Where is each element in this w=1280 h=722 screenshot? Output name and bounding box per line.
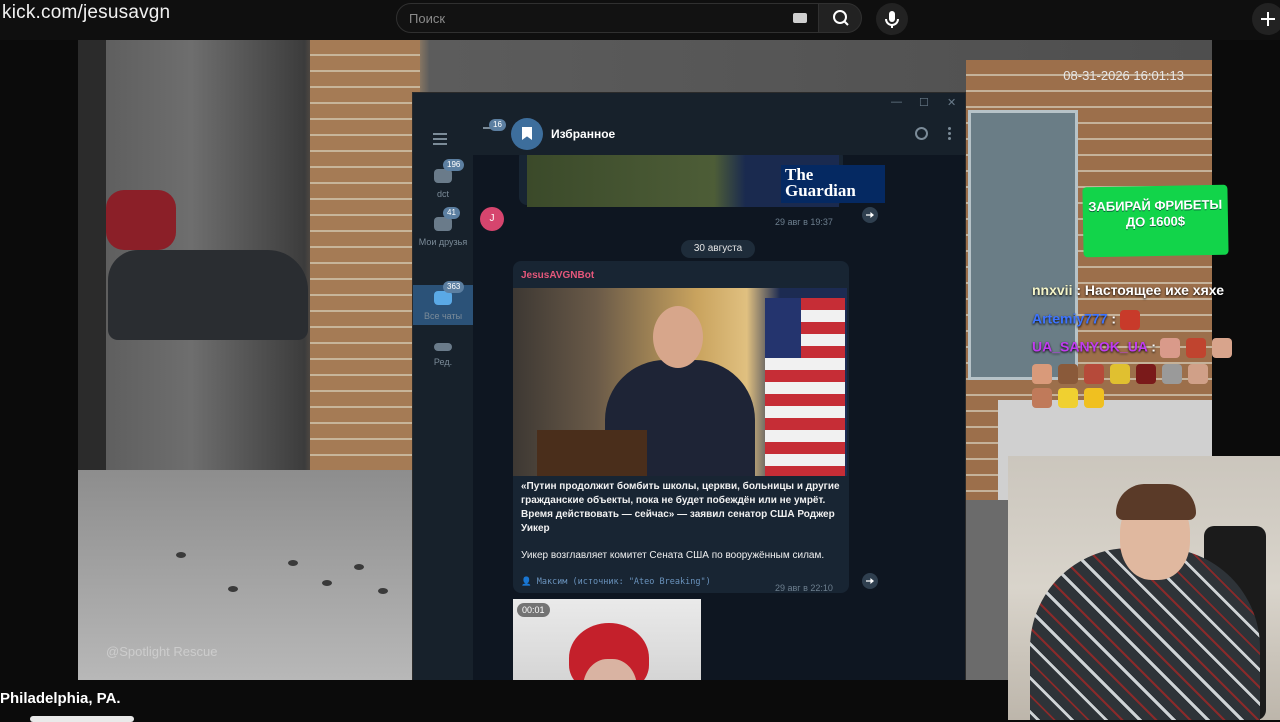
telegram-folder-sidebar: dct 196 Мои друзья 41 Все чаты 363 Ред. — [413, 113, 473, 719]
emote-icon — [1084, 388, 1104, 408]
message-time: 29 авг в 19:37 — [775, 217, 833, 227]
telegram-window[interactable]: — ☐ ✕ dct 196 Мои друзья 41 Все чаты 363… — [412, 92, 966, 720]
browser-top-bar: kick.com/jesusavgn Поиск — [0, 0, 1280, 40]
message-sender[interactable]: JesusAVGNBot — [521, 270, 594, 281]
keyboard-icon[interactable] — [793, 13, 807, 23]
emote-icon — [1162, 364, 1182, 384]
chat-message: UA_SANYOK_UA : — [1032, 338, 1238, 358]
emote-icon — [1119, 310, 1140, 330]
emote-icon — [1084, 364, 1104, 384]
video-watermark: @Spotlight Rescue — [106, 644, 218, 659]
chat-header: 16 Избранное — [473, 113, 965, 155]
video-pigeon — [354, 564, 364, 570]
chat-emote-row — [1032, 388, 1110, 408]
user-icon: 👤 — [521, 577, 537, 587]
folder-label: Ред. — [433, 357, 453, 367]
plus-icon — [1261, 12, 1275, 26]
maximize-icon[interactable]: ☐ — [919, 96, 929, 109]
more-icon[interactable] — [948, 127, 951, 130]
video-brick-column — [310, 40, 420, 540]
us-flag-canton — [765, 298, 801, 358]
saved-messages-avatar — [511, 118, 543, 150]
video-pigeon — [288, 560, 298, 566]
senator-head — [653, 306, 703, 368]
folder-icon — [434, 169, 452, 183]
search-field[interactable]: Поиск — [396, 3, 822, 33]
date-divider: 30 августа — [681, 240, 755, 258]
telegram-titlebar: — ☐ ✕ — [413, 93, 965, 113]
video-pigeon — [378, 588, 388, 594]
chat-message: Artemiy777 : — [1032, 310, 1146, 330]
video-dark-car — [108, 250, 308, 340]
folder-icon — [434, 217, 452, 231]
emote-icon — [1058, 388, 1078, 408]
search-icon — [833, 10, 849, 26]
chat-title[interactable]: Избранное — [551, 127, 615, 141]
message-time: 29 авг в 22:10 — [775, 583, 833, 593]
message-text: Уикер возглавляет комитет Сената США по … — [521, 550, 825, 561]
search-button[interactable] — [818, 3, 862, 33]
folder-edit[interactable]: Ред. — [413, 343, 473, 367]
chat-message: nnxvii : Настоящее ихе хяхе — [1032, 282, 1224, 298]
voice-search-button[interactable] — [876, 3, 908, 35]
microphone-icon — [885, 11, 899, 28]
video-pigeon — [322, 580, 332, 586]
promo-text: ЗАБИРАЙ ФРИБЕТЫ ДО 1600$ — [1088, 196, 1223, 230]
chat-messages[interactable]: The Guardian 29 авг в 19:37 J 30 августа… — [473, 155, 965, 719]
forward-icon[interactable] — [862, 573, 878, 589]
emote-icon — [1110, 364, 1130, 384]
guardian-image[interactable]: The Guardian — [527, 155, 885, 207]
streamer-hair — [1116, 484, 1196, 520]
folder-my-friends[interactable]: Мои друзья 41 — [413, 207, 473, 247]
chat-username: Artemiy777 — [1032, 310, 1108, 327]
emote-icon — [1032, 364, 1052, 384]
message-photo[interactable] — [513, 288, 847, 476]
forward-icon[interactable] — [862, 207, 878, 223]
sender-avatar[interactable]: J — [480, 207, 504, 231]
emote-icon — [1185, 338, 1206, 358]
chat-text: Настоящее ихе хяхе — [1084, 282, 1224, 298]
bottom-bar — [0, 680, 1008, 720]
emote-icon — [1032, 388, 1052, 408]
video-duration: 00:01 — [517, 603, 550, 617]
folder-badge: 196 — [443, 159, 465, 171]
search-placeholder: Поиск — [409, 11, 446, 26]
menu-icon[interactable] — [433, 133, 447, 135]
folder-label: Мои друзья — [418, 237, 468, 247]
close-icon[interactable]: ✕ — [947, 96, 956, 109]
folder-badge: 363 — [443, 281, 465, 293]
message-signature: 👤 Максим (источник: "Ateo Breaking") — [521, 577, 711, 587]
chat-username: nnxvii — [1032, 282, 1073, 298]
video-pigeon — [228, 586, 238, 592]
unread-badge: 16 — [489, 119, 506, 131]
minimize-icon[interactable]: — — [891, 96, 902, 108]
emote-icon — [1159, 338, 1180, 358]
search-icon[interactable] — [915, 127, 928, 140]
location-caption: Philadelphia, PA. — [0, 690, 121, 707]
guardian-logo: The Guardian — [781, 165, 885, 203]
promo-banner[interactable]: ЗАБИРАЙ ФРИБЕТЫ ДО 1600$ — [1082, 184, 1229, 258]
folder-all-chats[interactable]: Все чаты 363 — [413, 281, 473, 325]
podium — [537, 430, 647, 476]
sliders-icon — [434, 343, 452, 351]
emote-icon — [1136, 364, 1156, 384]
emote-icon — [1058, 364, 1078, 384]
chat-emote-row — [1032, 364, 1214, 384]
chats-icon — [434, 291, 452, 305]
emote-icon — [1188, 364, 1208, 384]
chat-username: UA_SANYOK_UA — [1032, 338, 1148, 355]
video-pigeon — [176, 552, 186, 558]
page-url[interactable]: kick.com/jesusavgn — [2, 2, 170, 24]
video-red-car — [106, 190, 176, 250]
message-text-bold: «Путин продолжит бомбить школы, церкви, … — [521, 481, 840, 534]
create-button[interactable] — [1252, 3, 1280, 35]
folder-dct[interactable]: dct 196 — [413, 159, 473, 199]
streamer-webcam — [1008, 456, 1280, 720]
folder-label: dct — [436, 189, 449, 199]
folder-label: Все чаты — [423, 311, 463, 321]
video-timestamp: 08-31-2026 16:01:13 — [1063, 68, 1184, 83]
bottom-control[interactable] — [30, 716, 134, 722]
emote-icon — [1211, 338, 1232, 358]
folder-badge: 41 — [443, 207, 460, 219]
